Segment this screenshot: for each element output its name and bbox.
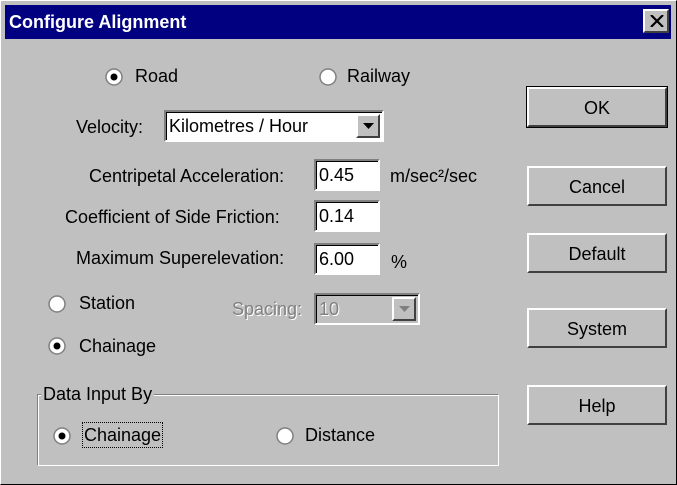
centripetal-value: 0.45	[319, 165, 355, 185]
superelevation-value: 6.00	[319, 249, 355, 269]
help-button-label: Help	[578, 396, 616, 416]
data-input-distance-label[interactable]: Distance	[305, 424, 375, 446]
chevron-down-icon	[399, 306, 410, 312]
railway-radio[interactable]	[319, 68, 337, 86]
dialog-title: Configure Alignment	[9, 12, 187, 32]
chevron-down-icon	[363, 123, 374, 129]
data-input-chainage-label[interactable]: Chainage	[81, 422, 164, 448]
road-label[interactable]: Road	[135, 65, 178, 87]
side-friction-input[interactable]: 0.14	[314, 200, 380, 232]
chainage-label[interactable]: Chainage	[79, 335, 156, 357]
superelevation-unit: %	[391, 252, 408, 272]
default-button[interactable]: Default	[527, 233, 667, 273]
chainage-radio[interactable]	[48, 337, 66, 355]
station-radio[interactable]	[48, 295, 66, 313]
system-button-label: System	[566, 319, 627, 339]
side-friction-label: Coefficient of Side Friction:	[65, 207, 280, 227]
velocity-value: Kilometres / Hour	[169, 116, 309, 136]
spacing-select[interactable]: 10	[314, 293, 420, 325]
data-input-group-label: Data Input By	[41, 383, 155, 405]
centripetal-unit: m/sec²/sec	[390, 166, 478, 186]
spacing-label: Spacing:	[232, 299, 303, 319]
ok-button[interactable]: OK	[526, 86, 668, 128]
railway-label[interactable]: Railway	[347, 65, 410, 87]
data-input-distance-radio[interactable]	[276, 427, 294, 445]
system-button[interactable]: System	[527, 308, 667, 348]
ok-button-label: OK	[583, 98, 610, 118]
cancel-button-label: Cancel	[568, 177, 626, 197]
title-bar[interactable]: Configure Alignment	[5, 5, 671, 39]
close-button[interactable]	[643, 9, 669, 33]
configure-alignment-dialog: Configure Alignment Road Railway Velocit…	[0, 0, 677, 485]
superelevation-input[interactable]: 6.00	[314, 243, 380, 275]
cancel-button[interactable]: Cancel	[527, 166, 667, 206]
close-icon	[650, 15, 664, 27]
superelevation-label: Maximum Superelevation:	[76, 248, 285, 268]
spacing-dropdown-button[interactable]	[392, 297, 416, 321]
velocity-select[interactable]: Kilometres / Hour	[164, 110, 384, 142]
centripetal-input[interactable]: 0.45	[314, 159, 380, 191]
spacing-value: 10	[319, 299, 340, 319]
help-button[interactable]: Help	[527, 385, 667, 425]
station-label[interactable]: Station	[79, 292, 135, 314]
road-radio[interactable]	[105, 68, 123, 86]
velocity-label: Velocity:	[76, 117, 144, 137]
side-friction-value: 0.14	[319, 206, 355, 226]
velocity-dropdown-button[interactable]	[356, 114, 380, 138]
centripetal-label: Centripetal Acceleration:	[89, 166, 285, 186]
data-input-chainage-radio[interactable]	[53, 427, 71, 445]
default-button-label: Default	[568, 244, 626, 264]
